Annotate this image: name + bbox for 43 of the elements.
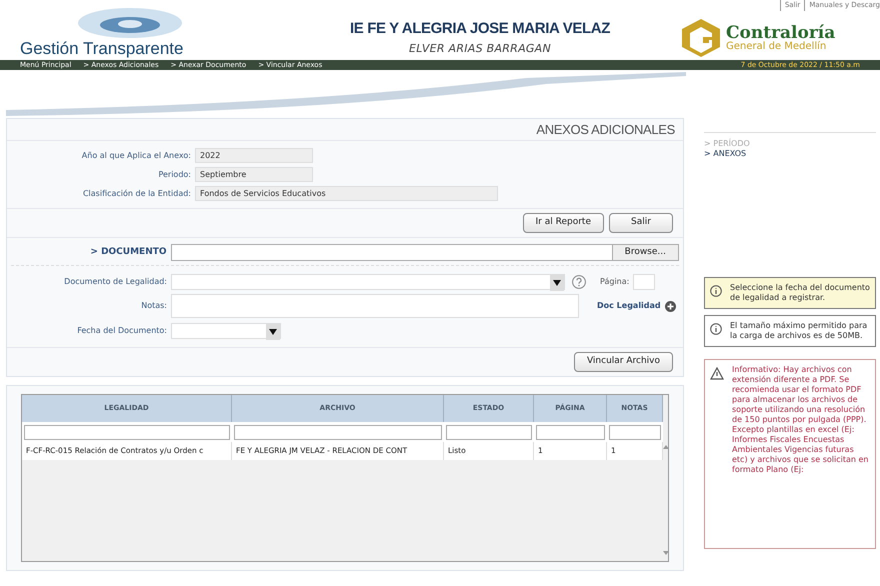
notice-text: Seleccione la fecha del documento de legalidad a registrar. <box>730 283 870 303</box>
logo-subtitle: General de Medellín <box>726 42 828 52</box>
exit-button[interactable]: Salir <box>609 213 673 233</box>
brand-name: Gestión Transparente <box>20 40 184 57</box>
info-icon <box>710 285 722 297</box>
readonly-field: Fondos de Servicios Educativos <box>195 186 498 201</box>
field-label: Página: <box>600 276 630 288</box>
user-name: ELVER ARIAS BARRAGAN <box>409 40 551 56</box>
doc-legality-link[interactable]: Doc Legalidad <box>597 300 661 312</box>
notice-text: El tamaño máximo permitido para la carga de archivos es de 50MB. <box>730 321 868 341</box>
sidebar-link[interactable]: > ANEXOS <box>704 149 876 159</box>
field-label: Notas: <box>140 300 167 312</box>
field-label: Periodo: <box>157 168 191 180</box>
info-icon <box>710 323 722 335</box>
readonly-field: 2022 <box>195 148 313 163</box>
help-icon[interactable] <box>572 275 586 289</box>
warning-icon <box>710 367 724 380</box>
logo-title: Contraloría <box>726 25 836 42</box>
field-label: Clasificación de la Entidad: <box>82 188 191 200</box>
readonly-field: Septiembre <box>195 167 313 182</box>
page-input[interactable] <box>633 274 656 290</box>
dropdown-caret-icon[interactable] <box>266 324 280 340</box>
water-drop-logo-icon <box>75 6 185 40</box>
browse-button[interactable]: Browse... <box>612 245 678 260</box>
file-field[interactable]: Browse... <box>170 244 679 261</box>
filter-input[interactable] <box>24 424 230 440</box>
notice-text: Informativo: Hay archivos con extensión diferente a PDF. Se recomienda usar el formato PDF para almacenar los archivos de soporte utilizando una resolución de 150 puntos por pulgada (PPP). Excepto plantillas en excel (Ej: Informes Fiscales Encuestas Ambientales Vigencias futuras etc) y archivos que se solicitan en formato Plano (Ej: <box>732 365 870 476</box>
link-file-button[interactable]: Vincular Archivo <box>574 352 673 372</box>
institution-name: IE FE Y ALEGRIA JOSE MARIA VELAZ <box>350 19 610 39</box>
dropdown-caret-icon[interactable] <box>550 275 564 291</box>
filter-input[interactable] <box>609 424 661 440</box>
field-label: Año al que Aplica el Anexo: <box>80 150 191 162</box>
field-label: Documento de Legalidad: <box>63 276 167 288</box>
report-button[interactable]: Ir al Reporte <box>522 213 604 233</box>
contraloria-logo-icon <box>680 18 722 58</box>
add-circle-icon[interactable] <box>664 300 676 312</box>
notes-field[interactable] <box>171 294 579 318</box>
page-title: ANEXOS ADICIONALES <box>536 120 675 139</box>
filter-input[interactable] <box>536 424 605 440</box>
filter-input[interactable] <box>446 424 532 440</box>
document-label: > DOCUMENTO <box>89 246 167 259</box>
filter-input[interactable] <box>234 424 442 440</box>
field-label: Fecha del Documento: <box>76 325 167 337</box>
